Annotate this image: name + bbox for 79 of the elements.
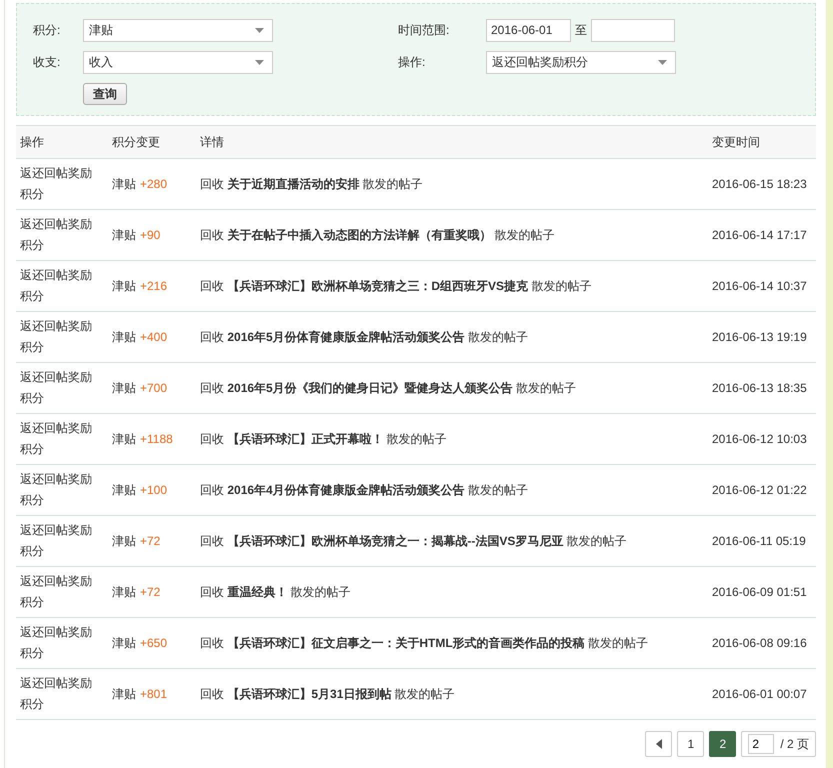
currency-label: 津贴 (112, 432, 136, 446)
currency-label: 津贴 (112, 278, 136, 292)
table-cell: 返还回帖奖励积分 (16, 362, 108, 414)
table-cell: 回收 关于在帖子中插入动态图的方法详解（有重奖哦） 散发的帖子 (196, 210, 712, 260)
table-cell: 2016-06-15 18:23 (712, 158, 816, 210)
table-cell: 回收 【兵语环球汇】正式开幕啦！ 散发的帖子 (196, 414, 712, 464)
currency-label: 津贴 (112, 534, 136, 548)
table-cell: 2016-06-01 00:07 (712, 668, 816, 720)
table-cell: 2016-06-12 01:22 (712, 464, 816, 516)
table-cell: 2016-06-14 10:37 (712, 260, 816, 312)
table-cell: 返还回帖奖励积分 (16, 464, 108, 516)
currency-label: 津贴 (112, 380, 136, 394)
select-field[interactable]: 收入 (83, 50, 273, 74)
points-amount: +100 (140, 482, 168, 496)
column-header: 变更时间 (712, 126, 816, 158)
points-amount: +400 (140, 330, 168, 344)
points-amount: +72 (140, 584, 160, 598)
select-field[interactable]: 津贴 (83, 18, 273, 42)
table-cell: 2016-06-12 10:03 (712, 414, 816, 464)
field-label: 操作: (398, 54, 426, 70)
field-label: 时间范围: (398, 22, 450, 38)
table-cell: 回收 重温经典！ 散发的帖子 (196, 566, 712, 618)
field-label: 收支: (33, 54, 62, 70)
query-button[interactable]: 查询 (83, 83, 127, 105)
left-arrow-icon (656, 739, 662, 749)
currency-label: 津贴 (112, 636, 136, 650)
currency-label: 津贴 (112, 176, 136, 190)
points-amount: +90 (140, 228, 160, 242)
table-cell: 回收 关于近期直播活动的安排 散发的帖子 (196, 158, 712, 210)
points-amount: +1188 (140, 432, 173, 446)
page-button[interactable]: 2 (709, 731, 736, 757)
select-field[interactable]: 返还回帖奖励积分 (486, 50, 676, 74)
table-cell: 2016-06-11 05:19 (712, 516, 816, 566)
table-cell: 返还回帖奖励积分 (16, 618, 108, 668)
table-cell: 返还回帖奖励积分 (16, 210, 108, 260)
table-cell: 返还回帖奖励积分 (16, 516, 108, 566)
table-cell: 2016-06-08 09:16 (712, 618, 816, 668)
points-amount: +72 (140, 534, 160, 548)
table-cell: 回收 【兵语环球汇】征文启事之一：关于HTML形式的音画类作品的投稿 散发的帖子 (196, 618, 712, 668)
column-header: 操作 (16, 126, 108, 158)
date-field[interactable] (591, 18, 675, 42)
column-header: 积分变更 (108, 126, 196, 158)
points-amount: +216 (140, 278, 168, 292)
table-cell: 2016-06-14 17:17 (712, 210, 816, 260)
currency-label: 津贴 (112, 584, 136, 598)
page-input[interactable]: 2 (748, 734, 774, 754)
previous-page-button[interactable] (645, 731, 672, 757)
points-amount: +801 (140, 686, 168, 700)
caret-icon (255, 60, 264, 64)
table-cell: 2016-06-09 01:51 (712, 566, 816, 618)
caret-icon (658, 60, 667, 64)
table-cell: 2016-06-13 19:19 (712, 312, 816, 362)
currency-label: 津贴 (112, 228, 136, 242)
points-amount: +700 (140, 380, 168, 394)
caret-icon (255, 28, 264, 32)
points-amount: +650 (140, 636, 168, 650)
table-cell: 回收 2016年5月份体育健康版金牌帖活动颁奖公告 散发的帖子 (196, 312, 712, 362)
table-cell: 回收 【兵语环球汇】欧洲杯单场竞猜之一：揭幕战--法国VS罗马尼亚 散发的帖子 (196, 516, 712, 566)
table-cell: 2016-06-13 18:35 (712, 362, 816, 414)
page-total: / 2 页 (780, 736, 809, 752)
currency-label: 津贴 (112, 482, 136, 496)
table-cell: 回收 2016年5月份《我们的健身日记》暨健身达人颁奖公告 散发的帖子 (196, 362, 712, 414)
table-cell: 回收 2016年4月份体育健康版金牌帖活动颁奖公告 散发的帖子 (196, 464, 712, 516)
date-field[interactable]: 2016-06-01 (486, 18, 571, 42)
table-cell: 回收 【兵语环球汇】5月31日报到帖 散发的帖子 (196, 668, 712, 720)
currency-label: 津贴 (112, 686, 136, 700)
range-separator: 至 (575, 22, 587, 38)
column-header: 详情 (196, 126, 712, 158)
field-label: 积分: (33, 22, 62, 38)
table-cell: 返还回帖奖励积分 (16, 668, 108, 720)
table-cell: 返还回帖奖励积分 (16, 312, 108, 362)
points-amount: +280 (140, 176, 168, 190)
table-cell: 回收 【兵语环球汇】欧洲杯单场竞猜之三：D组西班牙VS捷克 散发的帖子 (196, 260, 712, 312)
table-cell: 返还回帖奖励积分 (16, 414, 108, 464)
table-cell: 返还回帖奖励积分 (16, 158, 108, 210)
table-cell: 返还回帖奖励积分 (16, 260, 108, 312)
table-cell: 返还回帖奖励积分 (16, 566, 108, 618)
currency-label: 津贴 (112, 330, 136, 344)
page-button[interactable]: 1 (677, 731, 704, 757)
